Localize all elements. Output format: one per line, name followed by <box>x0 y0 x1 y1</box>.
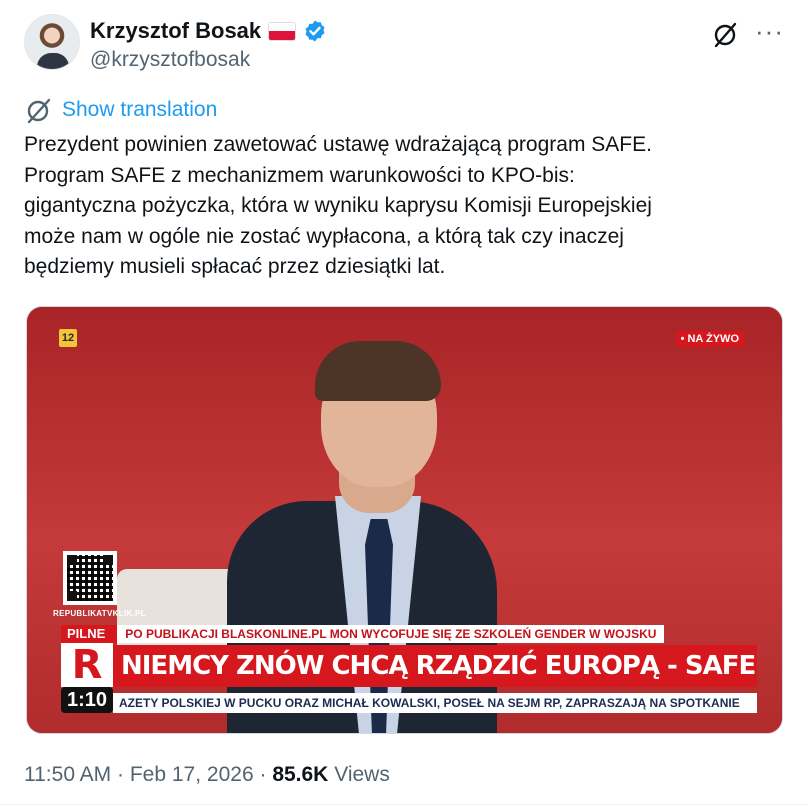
tweet-date[interactable]: Feb 17, 2026 <box>130 763 254 786</box>
verified-badge-icon[interactable] <box>303 19 327 43</box>
show-translation-link[interactable]: Show translation <box>24 96 217 124</box>
handle[interactable]: @krzysztofbosak <box>90 48 250 72</box>
poland-flag-icon <box>268 21 297 41</box>
tweet-line: gigantyczna pożyczka, która w wyniku kap… <box>24 194 652 217</box>
show-translation-label[interactable]: Show translation <box>62 98 217 122</box>
tweet-line: Prezydent powinien zawetować ustawę wdra… <box>24 133 652 156</box>
main-headline: NIEMCY ZNÓW CHCĄ RZĄDZIĆ EUROPĄ - SAFE J… <box>113 645 757 687</box>
video-player[interactable]: 12 • NA ŻYWO REPUBLIKATVKLIK.PL PILNE PO… <box>26 306 783 734</box>
breaking-news-bar: PILNE PO PUBLIKACJI BLASKONLINE.PL MON W… <box>61 625 665 643</box>
views-label: Views <box>334 763 390 786</box>
grok-icon[interactable] <box>710 20 740 50</box>
meta-separator: · <box>117 763 125 786</box>
display-name[interactable]: Krzysztof Bosak <box>90 18 261 44</box>
more-options-button[interactable]: ··· <box>755 16 784 47</box>
logo-letter: R <box>71 642 103 688</box>
divider <box>0 804 808 805</box>
tweet-time[interactable]: 11:50 AM <box>24 763 111 786</box>
views-count[interactable]: 85.6K <box>272 763 328 786</box>
news-ticker: AZETY POLSKIEJ W PUCKU ORAZ MICHAŁ KOWAL… <box>113 693 757 713</box>
tweet-line: Program SAFE z mechanizmem warunkowości … <box>24 163 575 187</box>
pilne-text: PO PUBLIKACJI BLASKONLINE.PL MON WYCOFUJ… <box>117 625 665 643</box>
tweet-meta: 11:50 AM · Feb 17, 2026 · 85.6K Views <box>24 763 390 787</box>
qr-code-icon <box>63 551 117 605</box>
name-row: Krzysztof Bosak <box>90 18 327 44</box>
live-badge: • NA ŻYWO <box>675 331 744 347</box>
tweet-line: może nam w ogóle nie zostać wypłacona, a… <box>24 224 624 248</box>
tweet-text: Prezydent powinien zawetować ustawę wdra… <box>24 130 784 283</box>
tweet-line: będziemy musieli spłacać przez dziesiątk… <box>24 255 446 278</box>
pilne-label: PILNE <box>61 625 118 643</box>
video-timer[interactable]: 1:10 <box>61 687 113 713</box>
qr-label: REPUBLIKATVKLIK.PL <box>53 609 146 618</box>
republika-logo: R <box>61 642 113 688</box>
tweet-header: Krzysztof Bosak @krzysztofbosak ··· <box>24 14 784 74</box>
meta-separator: · <box>259 763 267 786</box>
translate-globe-icon <box>27 98 51 124</box>
age-rating-badge: 12 <box>59 329 77 347</box>
avatar[interactable] <box>24 14 80 70</box>
